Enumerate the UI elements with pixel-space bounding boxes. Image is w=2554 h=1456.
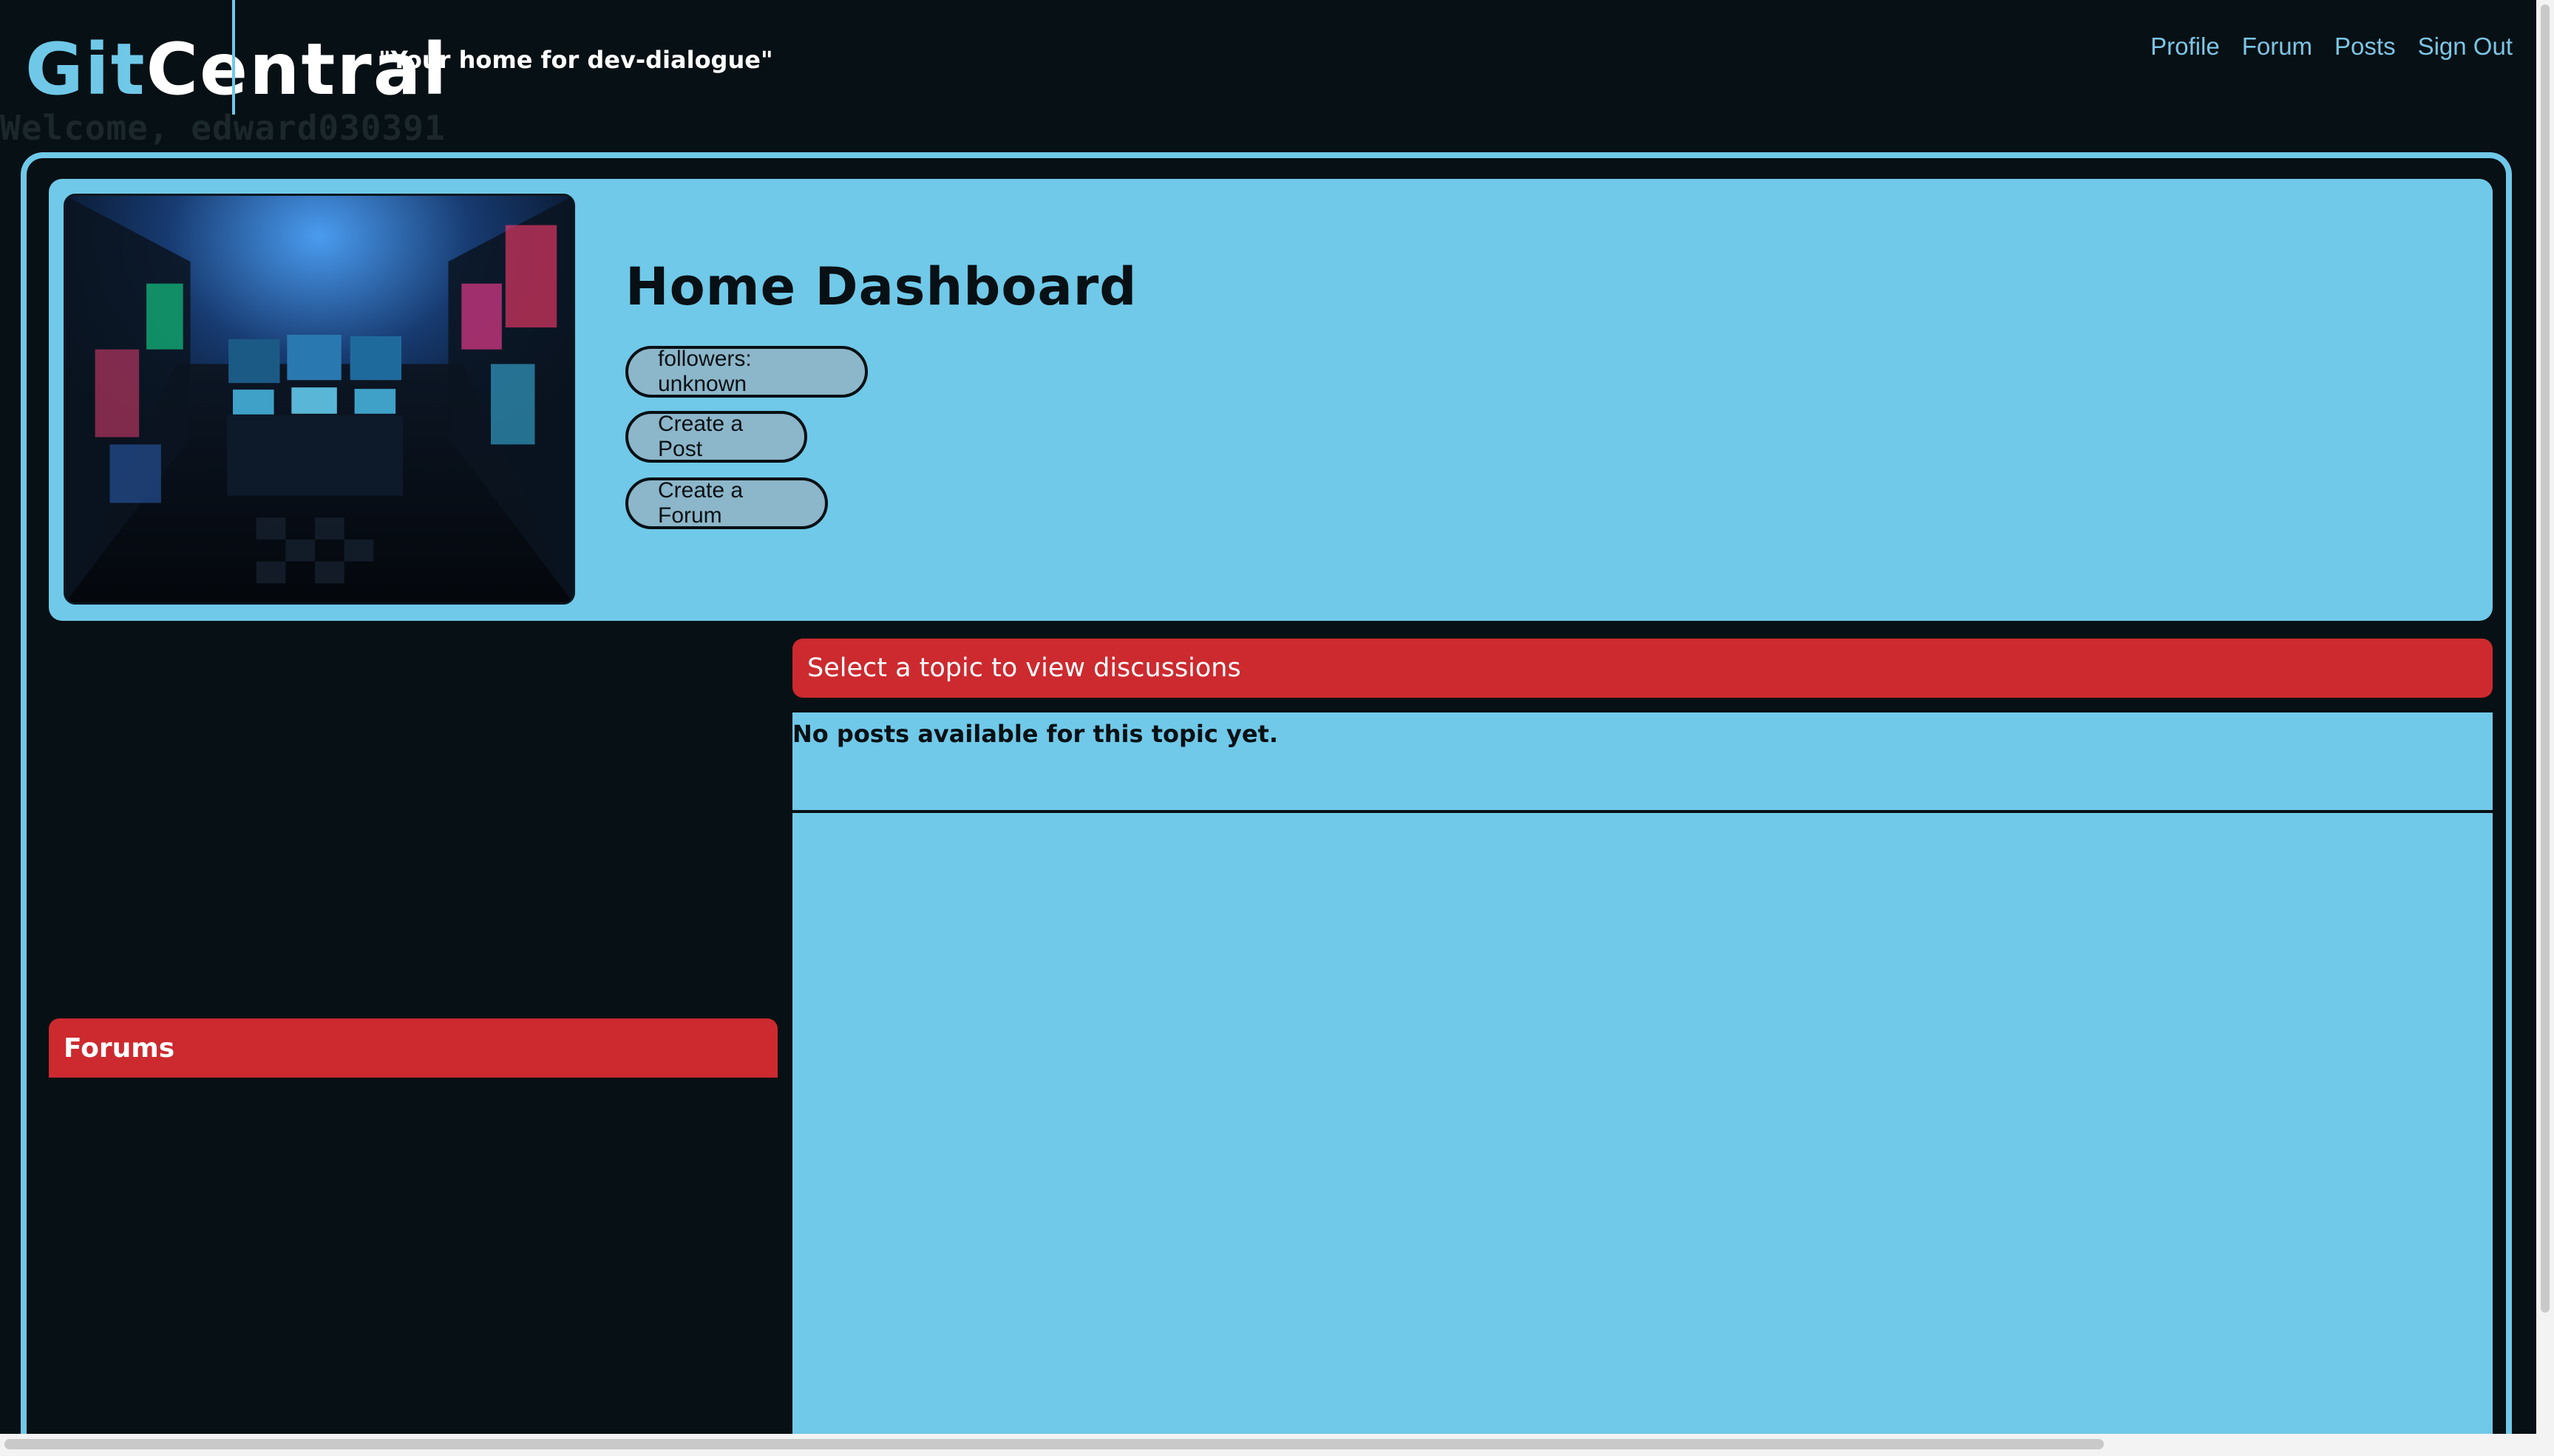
nav-forum-link[interactable]: Forum (2242, 33, 2312, 61)
empty-posts-message: No posts available for this topic yet. (792, 720, 1278, 748)
discussions-panel-body: No posts available for this topic yet. (792, 712, 2493, 1456)
horizontal-scrollbar[interactable] (0, 1434, 2554, 1456)
page: GitCentral "Your home for dev-dialogue" … (0, 0, 2554, 1456)
welcome-message: Welcome, edward030391 (0, 108, 446, 148)
hero-card: Home Dashboard followers: unknown Create… (49, 179, 2493, 621)
tagline: "Your home for dev-dialogue" (378, 46, 773, 74)
forums-panel-header: Forums (49, 1018, 778, 1078)
create-post-button[interactable]: Create a Post (625, 411, 807, 463)
text-cursor (232, 0, 235, 115)
dashboard-frame: Home Dashboard followers: unknown Create… (21, 152, 2512, 1456)
nav-posts-link[interactable]: Posts (2334, 33, 2396, 61)
logo-git: Git (25, 28, 146, 111)
vertical-scrollbar-thumb[interactable] (2541, 4, 2550, 1313)
page-title: Home Dashboard (625, 256, 1138, 317)
divider (792, 810, 2493, 813)
top-nav: Profile Forum Posts Sign Out (2150, 33, 2513, 61)
horizontal-scrollbar-thumb[interactable] (4, 1439, 2104, 1449)
profile-banner-image (64, 194, 575, 605)
vertical-scrollbar[interactable] (2536, 0, 2554, 1456)
followers-button[interactable]: followers: unknown (625, 346, 868, 398)
discussions-panel-header: Select a topic to view discussions (792, 639, 2493, 698)
arcade-room-illustration (66, 196, 573, 602)
create-forum-button[interactable]: Create a Forum (625, 477, 828, 529)
nav-profile-link[interactable]: Profile (2150, 33, 2220, 61)
nav-sign-out-link[interactable]: Sign Out (2418, 33, 2513, 61)
